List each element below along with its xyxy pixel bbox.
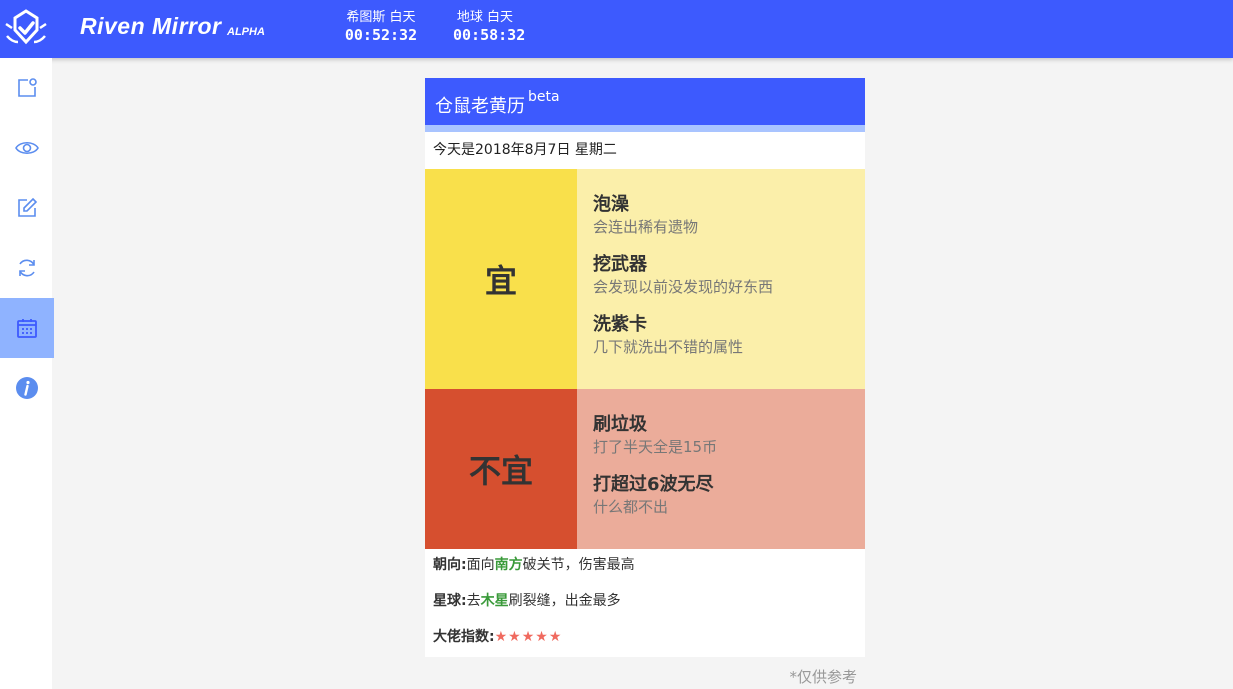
- good-item-title: 泡澡: [593, 194, 629, 215]
- direction-pre: 面向: [466, 557, 495, 573]
- share-window-icon: [18, 78, 37, 97]
- bad-item-desc: 什么都不出: [593, 498, 669, 516]
- direction-label: 朝向:: [433, 557, 467, 573]
- timer-label: 地球 白天: [456, 10, 514, 25]
- good-item-desc: 会发现以前没发现的好东西: [593, 278, 774, 296]
- good-item-desc: 几下就洗出不错的属性: [593, 338, 744, 356]
- riven-logo-icon: [5, 9, 47, 45]
- good-item-title: 洗紫卡: [593, 314, 647, 335]
- boss-index-label: 大佬指数:: [433, 629, 495, 645]
- timer-value: 00:58:32: [453, 26, 526, 44]
- sidebar-item-info[interactable]: [0, 358, 54, 418]
- top-bar: Riven Mirror ALPHA 希图斯 白天 00:52:32 地球 白天…: [0, 0, 1233, 58]
- bad-label: 不宜: [425, 389, 577, 549]
- reference-note: *仅供参考: [789, 668, 857, 686]
- sidebar-item-view[interactable]: [0, 118, 54, 178]
- sidebar-item-calendar[interactable]: [0, 298, 54, 358]
- star-rating: ★★★★★: [494, 629, 563, 645]
- beta-badge: beta: [528, 89, 560, 105]
- good-section: 宜 泡澡 会连出稀有遗物 挖武器 会发现以前没发现的好东西 洗紫卡 几下就洗出不…: [425, 169, 865, 389]
- timer-value: 00:52:32: [344, 26, 418, 44]
- timer-label: 希图斯 白天: [346, 10, 416, 25]
- card-header: 仓鼠老黄历 beta: [425, 78, 865, 125]
- bad-items: 刷垃圾 打了半天全是15币 打超过6波无尽 什么都不出: [577, 389, 865, 549]
- direction-post: 破关节，伤害最高: [522, 557, 635, 573]
- header-divider: [425, 125, 865, 132]
- sidebar-item-share[interactable]: [0, 58, 54, 118]
- edit-icon: [18, 197, 38, 217]
- planet-label: 星球:: [433, 593, 467, 609]
- planet-highlight: 木星: [480, 593, 509, 609]
- card-footer: 朝向:面向南方破关节，伤害最高 星球:去木星刷裂缝，出金最多 大佬指数:★★★★…: [425, 549, 865, 657]
- sidebar-item-edit[interactable]: [0, 178, 54, 238]
- date-text: 今天是2018年8月7日 星期二: [425, 132, 865, 169]
- direction-highlight: 南方: [494, 557, 523, 573]
- sidebar-item-refresh[interactable]: [0, 238, 54, 298]
- planet-row: 星球:去木星刷裂缝，出金最多: [433, 591, 857, 611]
- boss-index-row: 大佬指数:★★★★★: [433, 627, 857, 647]
- refresh-icon: [19, 259, 35, 277]
- calendar-icon: [17, 319, 37, 338]
- cetus-timer: 希图斯 白天 00:52:32: [343, 10, 419, 44]
- good-label: 宜: [425, 169, 577, 389]
- bad-item-desc: 打了半天全是15币: [593, 438, 718, 456]
- bad-item-title: 打超过6波无尽: [593, 474, 714, 495]
- bad-item-title: 刷垃圾: [593, 414, 647, 435]
- sidebar: [0, 58, 54, 689]
- earth-timer: 地球 白天 00:58:32: [453, 10, 526, 44]
- card-title: 仓鼠老黄历: [435, 96, 525, 117]
- good-items: 泡澡 会连出稀有遗物 挖武器 会发现以前没发现的好东西 洗紫卡 几下就洗出不错的…: [577, 169, 865, 389]
- app-title: Riven Mirror: [80, 13, 222, 39]
- info-icon: [16, 377, 38, 399]
- planet-post: 刷裂缝，出金最多: [508, 593, 621, 609]
- good-item-title: 挖武器: [593, 254, 647, 275]
- app-subtitle: ALPHA: [227, 26, 265, 38]
- eye-icon: [15, 141, 39, 155]
- good-item-desc: 会连出稀有遗物: [593, 218, 699, 236]
- bad-section: 不宜 刷垃圾 打了半天全是15币 打超过6波无尽 什么都不出: [425, 389, 865, 549]
- direction-row: 朝向:面向南方破关节，伤害最高: [433, 555, 857, 575]
- almanac-card: 仓鼠老黄历 beta 今天是2018年8月7日 星期二 宜 泡澡 会连出稀有遗物 …: [425, 78, 865, 657]
- planet-pre: 去: [466, 593, 481, 609]
